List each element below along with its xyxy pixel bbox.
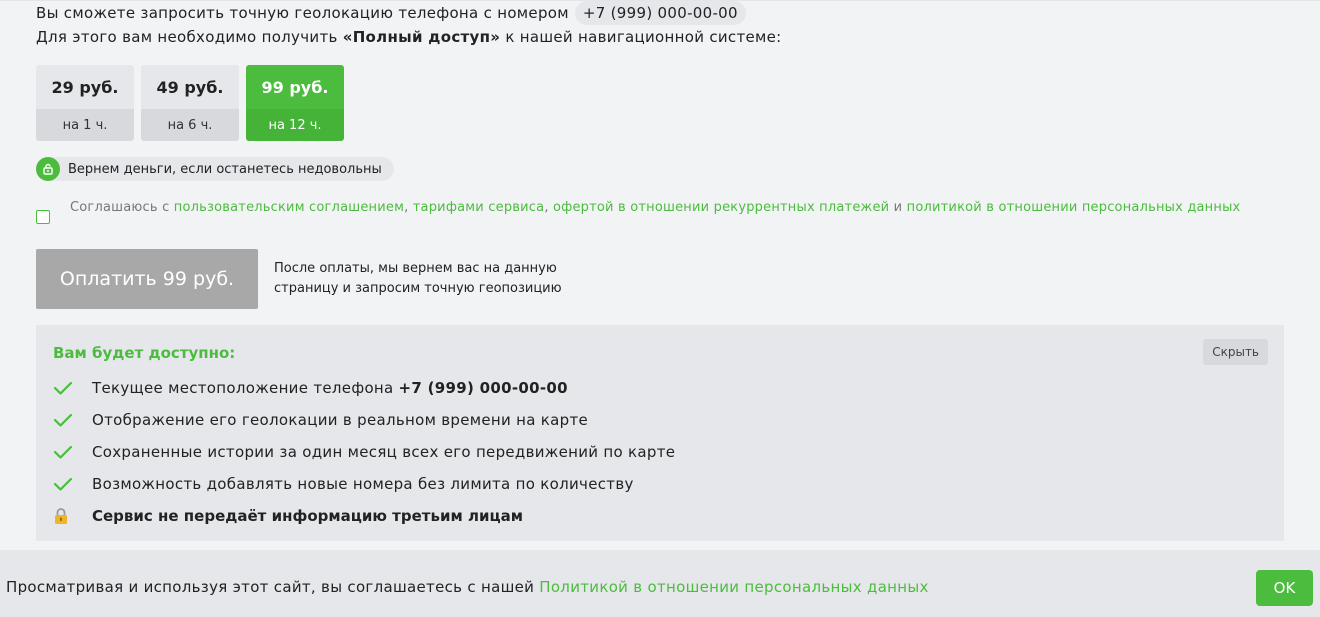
plan-option-6h[interactable]: 49 руб. на 6 ч. xyxy=(141,65,239,141)
refund-badge: Вернем деньги, если останетесь недовольн… xyxy=(36,157,394,181)
lock-icon xyxy=(53,507,92,525)
feature-item: Отображение его геолокации в реальном вр… xyxy=(53,404,675,436)
features-panel: Вам будет доступно: Скрыть Текущее место… xyxy=(36,325,1284,541)
user-agreement-link[interactable]: пользовательским соглашением xyxy=(174,200,404,215)
feature-item: Сервис не передаёт информацию третьим ли… xyxy=(53,500,675,532)
intro-line-2: Для этого вам необходимо получить «Полны… xyxy=(36,25,782,49)
agreement-text: Соглашаюсь с пользовательским соглашение… xyxy=(70,198,1240,218)
feature-phone: +7 (999) 000-00-00 xyxy=(398,379,568,397)
intro-line-1-text: Вы сможете запросить точную геолокацию т… xyxy=(36,4,569,22)
plan-selector: 29 руб. на 1 ч. 49 руб. на 6 ч. 99 руб. … xyxy=(36,65,344,141)
check-icon xyxy=(53,412,92,428)
agreement-row: Соглашаюсь с пользовательским соглашение… xyxy=(36,198,1286,224)
feature-item: Возможность добавлять новые номера без л… xyxy=(53,468,675,500)
check-icon xyxy=(53,476,92,492)
cookie-text: Просматривая и используя этот сайт, вы с… xyxy=(6,578,929,596)
feature-text: Отображение его геолокации в реальном вр… xyxy=(92,411,589,429)
feature-item: Сохраненные истории за один месяц всех е… xyxy=(53,436,675,468)
refund-text: Вернем деньги, если останетесь недовольн… xyxy=(68,161,382,177)
cookie-banner: Просматривая и используя этот сайт, вы с… xyxy=(0,550,1320,617)
feature-text: Сохраненные истории за один месяц всех е… xyxy=(92,443,676,461)
cookie-policy-link[interactable]: Политикой в отношении персональных данны… xyxy=(539,578,928,596)
feature-text: Сервис не передаёт информацию третьим ли… xyxy=(92,507,523,525)
cookie-message: Просматривая и используя этот сайт, вы с… xyxy=(6,578,535,596)
recurring-payments-offer-link[interactable]: офертой в отношении рекуррентных платеже… xyxy=(553,200,889,215)
hide-features-button[interactable]: Скрыть xyxy=(1203,339,1268,365)
feature-text: Возможность добавлять новые номера без л… xyxy=(92,475,634,493)
agreement-checkbox[interactable] xyxy=(36,210,50,224)
plan-option-12h[interactable]: 99 руб. на 12 ч. xyxy=(246,65,344,141)
plan-price: 29 руб. xyxy=(36,65,134,109)
intro-line-2-after: к нашей навигационной системе: xyxy=(505,28,782,46)
check-icon xyxy=(53,380,92,396)
page: Вы сможете запросить точную геолокацию т… xyxy=(0,0,1320,617)
phone-number-chip: +7 (999) 000-00-00 xyxy=(574,1,746,25)
plan-duration: на 12 ч. xyxy=(246,109,344,141)
agreement-separator: , xyxy=(404,200,409,215)
feature-item: Текущее местоположение телефона +7 (999)… xyxy=(53,372,675,404)
plan-duration: на 6 ч. xyxy=(141,109,239,141)
agreement-prefix: Соглашаюсь с xyxy=(70,200,170,215)
features-list: Текущее местоположение телефона +7 (999)… xyxy=(53,372,675,532)
privacy-policy-link[interactable]: политикой в отношении персональных данны… xyxy=(907,200,1241,215)
intro-line-1: Вы сможете запросить точную геолокацию т… xyxy=(36,1,782,25)
features-title: Вам будет доступно: xyxy=(53,344,236,362)
plan-option-1h[interactable]: 29 руб. на 1 ч. xyxy=(36,65,134,141)
intro-text: Вы сможете запросить точную геолокацию т… xyxy=(36,1,782,49)
intro-line-2-before: Для этого вам необходимо получить xyxy=(36,28,338,46)
agreement-and: и xyxy=(893,200,903,215)
full-access-label: «Полный доступ» xyxy=(342,28,501,46)
plan-price: 99 руб. xyxy=(246,65,344,109)
pay-button[interactable]: Оплатить 99 руб. xyxy=(36,249,258,309)
check-icon xyxy=(53,444,92,460)
shield-refund-icon xyxy=(36,157,60,181)
plan-price: 49 руб. xyxy=(141,65,239,109)
agreement-separator: , xyxy=(544,200,549,215)
cookie-ok-button[interactable]: OK xyxy=(1256,570,1313,606)
payment-row: Оплатить 99 руб. После оплаты, мы вернем… xyxy=(36,249,604,309)
plan-duration: на 1 ч. xyxy=(36,109,134,141)
payment-note: После оплаты, мы вернем вас на данную ст… xyxy=(274,261,562,296)
service-tariffs-link[interactable]: тарифами сервиса xyxy=(413,200,545,215)
feature-text: Текущее местоположение телефона xyxy=(92,379,394,397)
